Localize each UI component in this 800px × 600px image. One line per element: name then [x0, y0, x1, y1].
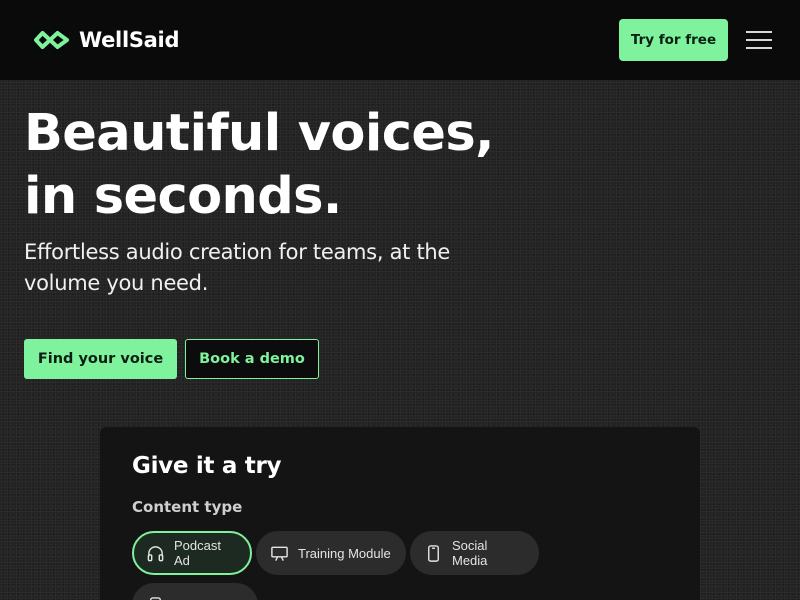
find-your-voice-button[interactable]: Find your voice [24, 339, 177, 379]
phone-icon [150, 596, 161, 600]
content-type-label: Content type [132, 498, 243, 516]
content-type-chip-social-media[interactable]: Social Media [410, 531, 539, 575]
hero-headline: Beautiful voices, in seconds. [24, 102, 495, 228]
content-type-chip-podcast-ad[interactable]: Podcast Ad [132, 531, 252, 575]
content-type-chip-more[interactable] [132, 583, 258, 600]
headline-line-1: Beautiful voices, [24, 104, 495, 163]
card-title: Give it a try [132, 453, 282, 479]
page: WellSaid Try for free Beautiful voices, … [0, 0, 800, 600]
try-for-free-button[interactable]: Try for free [619, 19, 728, 61]
hero-subheadline: Effortless audio creation for teams, at … [24, 240, 451, 295]
book-a-demo-button[interactable]: Book a demo [185, 339, 319, 379]
chip-label: Social Media [452, 538, 488, 568]
chip-label: Podcast Ad [174, 538, 221, 568]
give-it-a-try-card: Give it a try Content type Podcast Ad Tr… [100, 427, 700, 600]
site-header: WellSaid Try for free [0, 0, 800, 80]
chip-label: Training Module [298, 545, 391, 561]
headphones-icon [147, 545, 164, 561]
brand-name: WellSaid [79, 28, 180, 52]
phone-icon [428, 544, 439, 562]
wellsaid-logo-icon [34, 31, 69, 49]
content-type-chip-training-module[interactable]: Training Module [256, 531, 406, 575]
headline-line-2: in seconds. [24, 167, 342, 226]
brand-logo[interactable]: WellSaid [33, 25, 179, 55]
menu-icon[interactable] [746, 29, 774, 51]
presentation-icon [271, 546, 288, 561]
